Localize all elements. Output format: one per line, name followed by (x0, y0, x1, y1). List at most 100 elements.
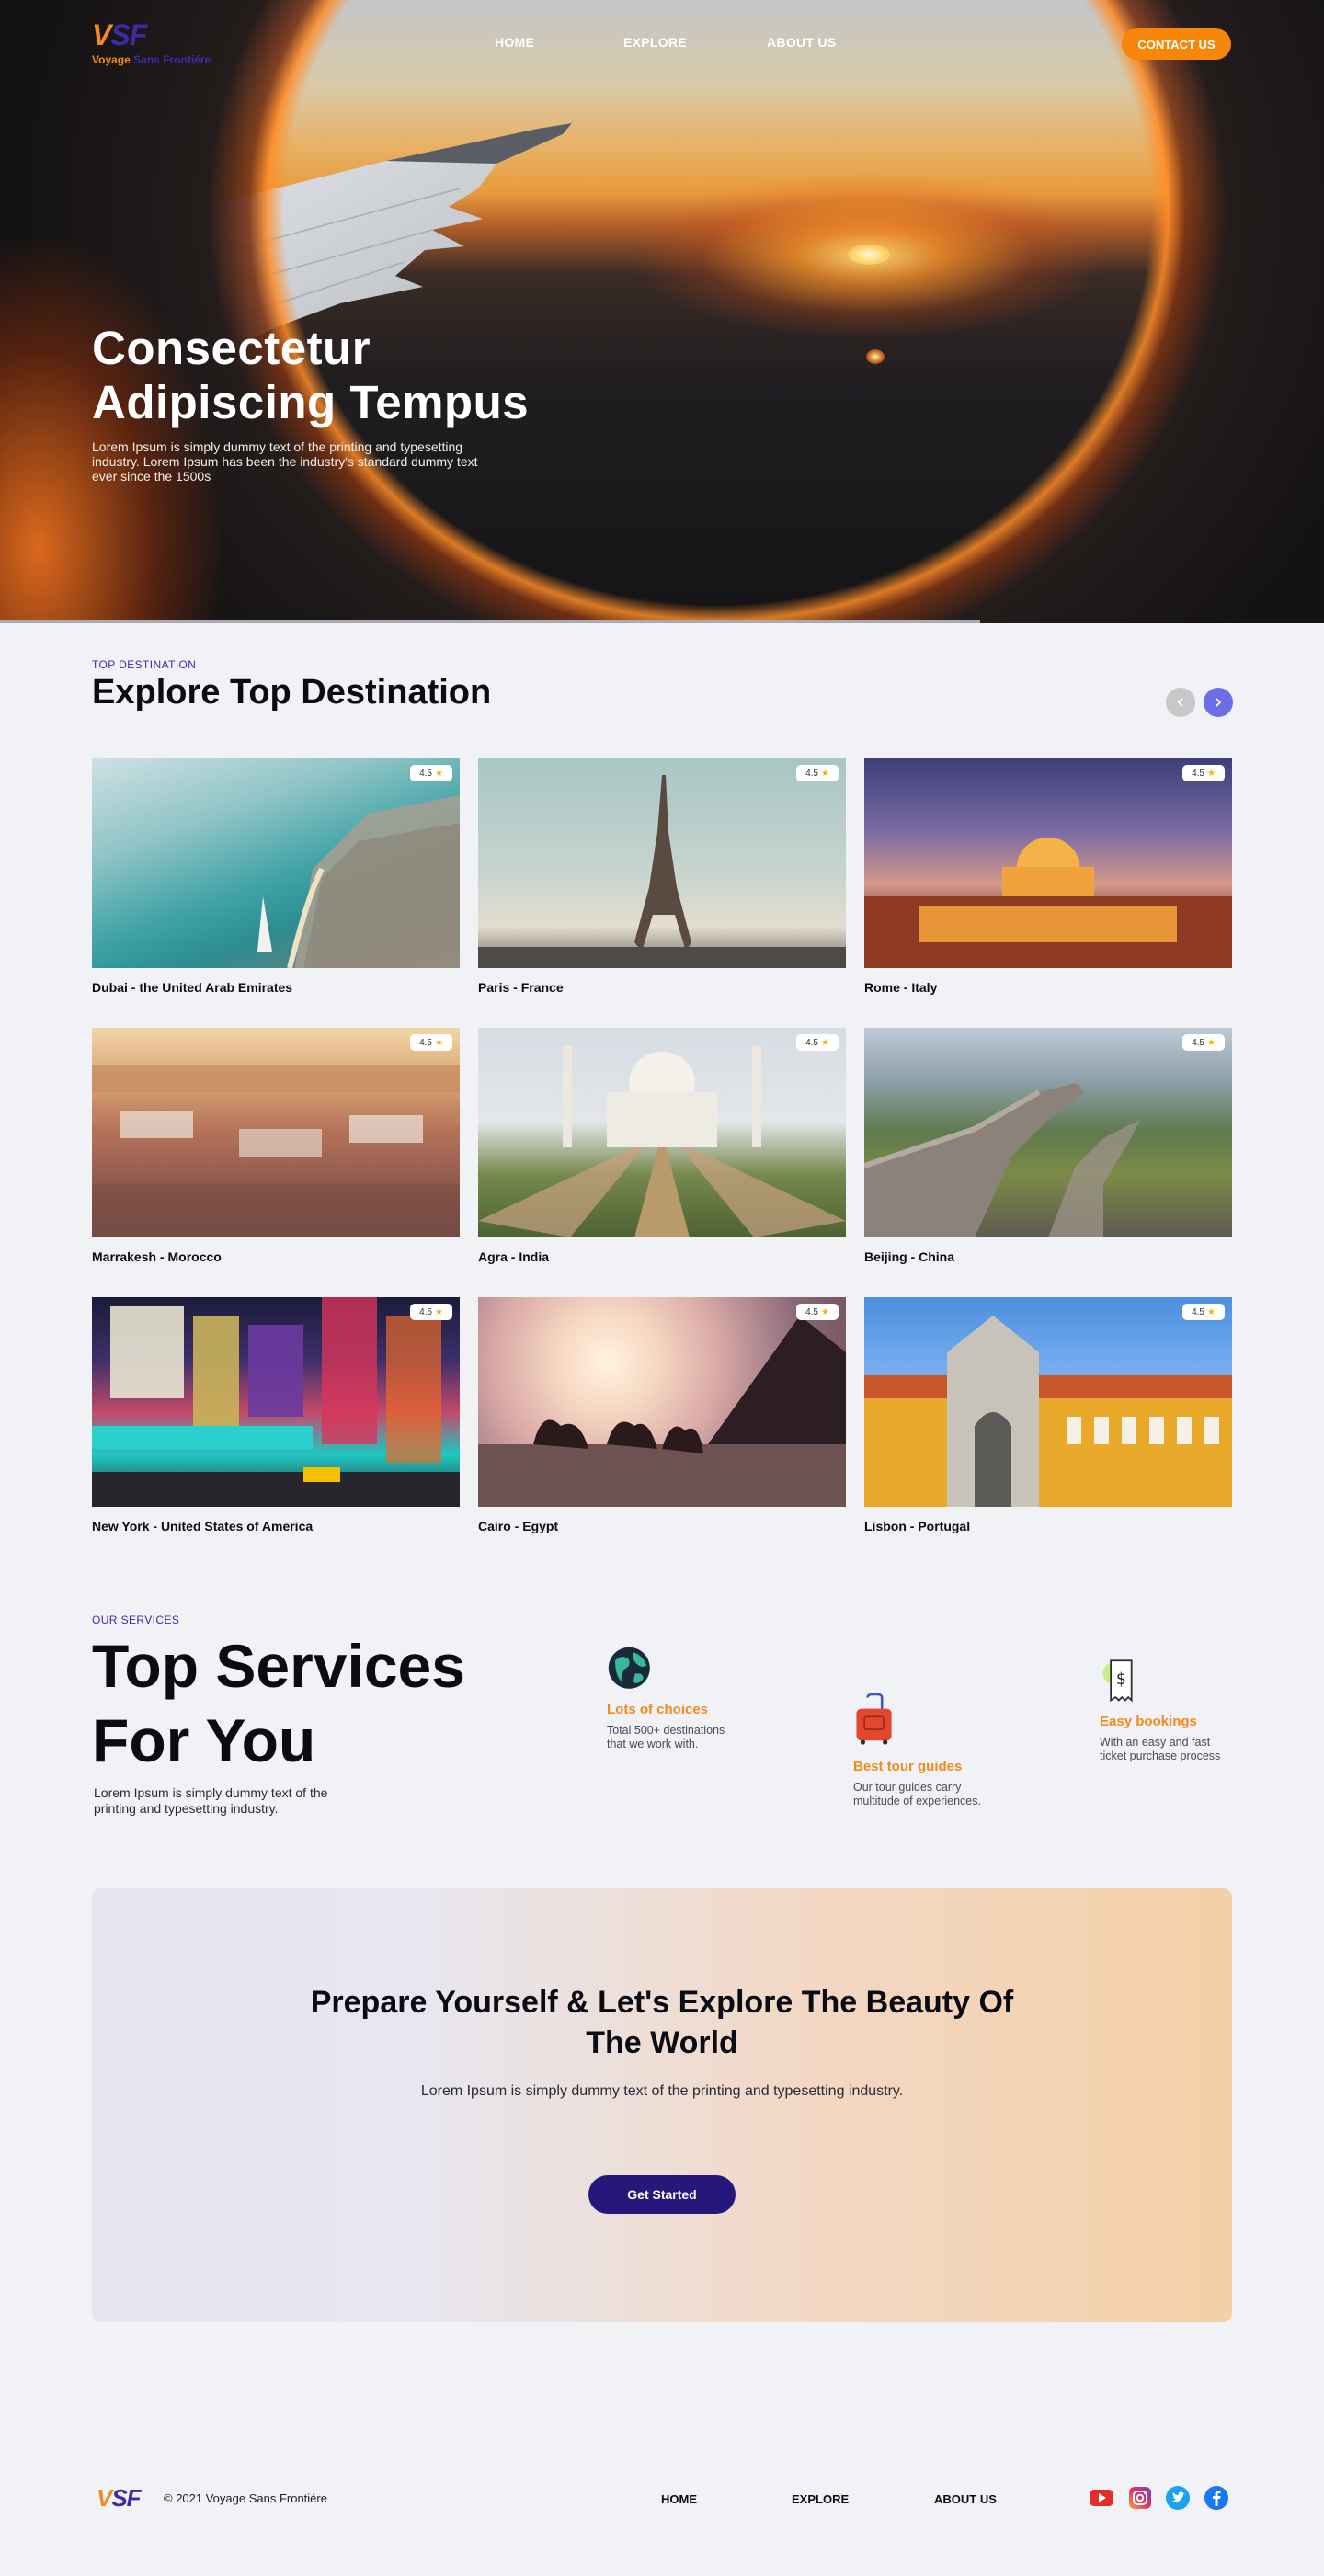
service-best-tour-guides: Best tour guides Our tour guides carry m… (853, 1684, 1019, 1808)
logo-mark: V SF (92, 18, 211, 52)
star-icon: ★ (1206, 1037, 1216, 1048)
destination-card-rome[interactable]: 4.5 ★ Rome - Italy (864, 758, 1232, 995)
great-wall-scene (864, 1083, 1140, 1237)
destination-name: Agra - India (478, 1249, 550, 1264)
service-text: With an easy and fast ticket purchase pr… (1100, 1736, 1221, 1762)
nav-about-link[interactable]: ABOUT US (767, 35, 837, 50)
service-easy-bookings: $ Easy bookings With an easy and fast ti… (1100, 1652, 1265, 1763)
taj-mahal-scene (478, 1046, 846, 1237)
service-lots-of-choices: Lots of choices Total 500+ destinations … (607, 1646, 772, 1751)
rating-badge: 4.5 ★ (410, 765, 452, 781)
destination-card-dubai[interactable]: 4.5 ★ Dubai - the United Arab Emirates (92, 758, 460, 995)
instagram-icon[interactable] (1128, 2486, 1152, 2510)
svg-text:$: $ (1116, 1670, 1126, 1689)
service-text: Our tour guides carry multitude of exper… (853, 1781, 981, 1807)
destination-card-cairo[interactable]: 4.5 ★ Cairo - Egypt (478, 1297, 846, 1533)
rating-badge: 4.5 ★ (796, 1034, 839, 1051)
hero-description: Lorem Ipsum is simply dummy text of the … (92, 439, 478, 484)
hero-section: Consectetur Adipiscing Tempus Lorem Ipsu… (0, 0, 1324, 623)
logo-wordmark: Voyage Sans Frontiére (92, 53, 211, 66)
brand-logo[interactable]: V SF Voyage Sans Frontiére (92, 18, 211, 66)
window-light-glow (0, 239, 221, 623)
star-icon: ★ (434, 1306, 443, 1317)
youtube-icon[interactable] (1090, 2486, 1113, 2510)
facebook-icon[interactable] (1204, 2486, 1228, 2510)
carousel-progress-bar[interactable] (0, 620, 980, 623)
rating-badge: 4.5 ★ (1182, 1304, 1225, 1320)
rome-dome-scene (864, 838, 1232, 968)
destination-name: New York - United States of America (92, 1519, 314, 1533)
destination-name: Beijing - China (864, 1249, 954, 1264)
nav-home-link[interactable]: HOME (495, 35, 534, 50)
destination-card-lisbon[interactable]: 4.5 ★ Lisbon - Portugal (864, 1297, 1232, 1533)
destination-card-paris[interactable]: 4.5 ★ Paris - France (478, 758, 846, 995)
destination-photo: 4.5 ★ (478, 1297, 846, 1507)
footer-logo-sf: SF (111, 2484, 141, 2512)
get-started-button[interactable]: Get Started (588, 2175, 736, 2214)
logo-word-voyage: Voyage (92, 53, 131, 66)
destination-name: Lisbon - Portugal (864, 1519, 971, 1533)
rating-value: 4.5 (419, 1037, 432, 1048)
rating-badge: 4.5 ★ (1182, 1034, 1225, 1051)
dubai-scene (257, 795, 460, 968)
destination-name: Paris - France (478, 980, 564, 995)
footer-home-link[interactable]: HOME (661, 2492, 697, 2506)
rating-value: 4.5 (805, 1306, 818, 1317)
twitter-icon[interactable] (1166, 2486, 1190, 2510)
star-icon: ★ (1206, 768, 1216, 779)
destination-card-agra[interactable]: 4.5 ★ Agra - India (478, 1028, 846, 1264)
destination-photo: 4.5 ★ (92, 1028, 460, 1237)
rating-badge: 4.5 ★ (410, 1304, 452, 1320)
destination-name: Cairo - Egypt (478, 1519, 559, 1533)
services-title: Top Services For You (92, 1629, 465, 1778)
destination-card-new-york[interactable]: 4.5 ★ New York - United States of America (92, 1297, 460, 1533)
copyright-text: © 2021 Voyage Sans Frontiére (164, 2491, 327, 2505)
carousel-prev-button[interactable] (1166, 688, 1195, 717)
services-eyebrow: OUR SERVICES (92, 1613, 180, 1626)
destination-photo: 4.5 ★ (864, 1297, 1232, 1507)
services-description: Lorem Ipsum is simply dummy text of the … (94, 1785, 328, 1816)
destination-name: Dubai - the United Arab Emirates (92, 980, 293, 995)
footer-logo[interactable]: V SF (97, 2484, 142, 2513)
destination-photo: 4.5 ★ (478, 758, 846, 968)
market-scene (92, 1065, 460, 1237)
rating-badge: 4.5 ★ (796, 1304, 839, 1320)
rating-badge: 4.5 ★ (410, 1034, 452, 1051)
rating-badge: 4.5 ★ (796, 765, 839, 781)
rating-value: 4.5 (1192, 1306, 1204, 1317)
footer-about-link[interactable]: ABOUT US (934, 2492, 997, 2506)
rating-value: 4.5 (805, 1037, 818, 1048)
service-title: Best tour guides (853, 1759, 963, 1774)
times-square-scene (92, 1297, 460, 1507)
cta-title: Prepare Yourself & Let's Explore The Bea… (310, 1985, 1014, 2060)
hero-title: Consectetur Adipiscing Tempus (92, 322, 530, 428)
destination-name: Rome - Italy (864, 980, 938, 995)
ticket-icon: $ (1102, 1659, 1133, 1703)
destination-card-marrakesh[interactable]: 4.5 ★ Marrakesh - Morocco (92, 1028, 460, 1264)
logo-v: V (92, 18, 111, 51)
destination-card-beijing[interactable]: 4.5 ★ Beijing - China (864, 1028, 1232, 1264)
page: Consectetur Adipiscing Tempus Lorem Ipsu… (0, 0, 1324, 2576)
star-icon: ★ (434, 1037, 443, 1048)
eiffel-tower-scene (478, 775, 846, 968)
destination-photo: 4.5 ★ (864, 758, 1232, 968)
pyramid-scene (478, 1316, 846, 1507)
rating-value: 4.5 (419, 1306, 432, 1317)
destination-name: Marrakesh - Morocco (92, 1249, 222, 1264)
logo-word-sans-frontiere: Sans Frontiére (133, 53, 211, 66)
carousel-next-button[interactable] (1204, 688, 1233, 717)
footer-logo-v: V (97, 2484, 112, 2512)
nav-explore-link[interactable]: EXPLORE (623, 35, 687, 50)
cta-description: Lorem Ipsum is simply dummy text of the … (420, 2083, 904, 2099)
contact-us-button[interactable]: CONTACT US (1122, 28, 1231, 60)
star-icon: ★ (820, 1306, 829, 1317)
suitcase-icon (856, 1693, 892, 1745)
services-title-line1: Top Services (92, 1632, 465, 1700)
star-icon: ★ (820, 768, 829, 779)
star-icon: ★ (1206, 1306, 1216, 1317)
rating-value: 4.5 (1192, 1037, 1204, 1048)
destination-photo: 4.5 ★ (92, 758, 460, 968)
destinations-eyebrow: TOP DESTINATION (92, 658, 197, 671)
services-title-line2: For You (92, 1706, 316, 1774)
footer-explore-link[interactable]: EXPLORE (792, 2492, 849, 2506)
